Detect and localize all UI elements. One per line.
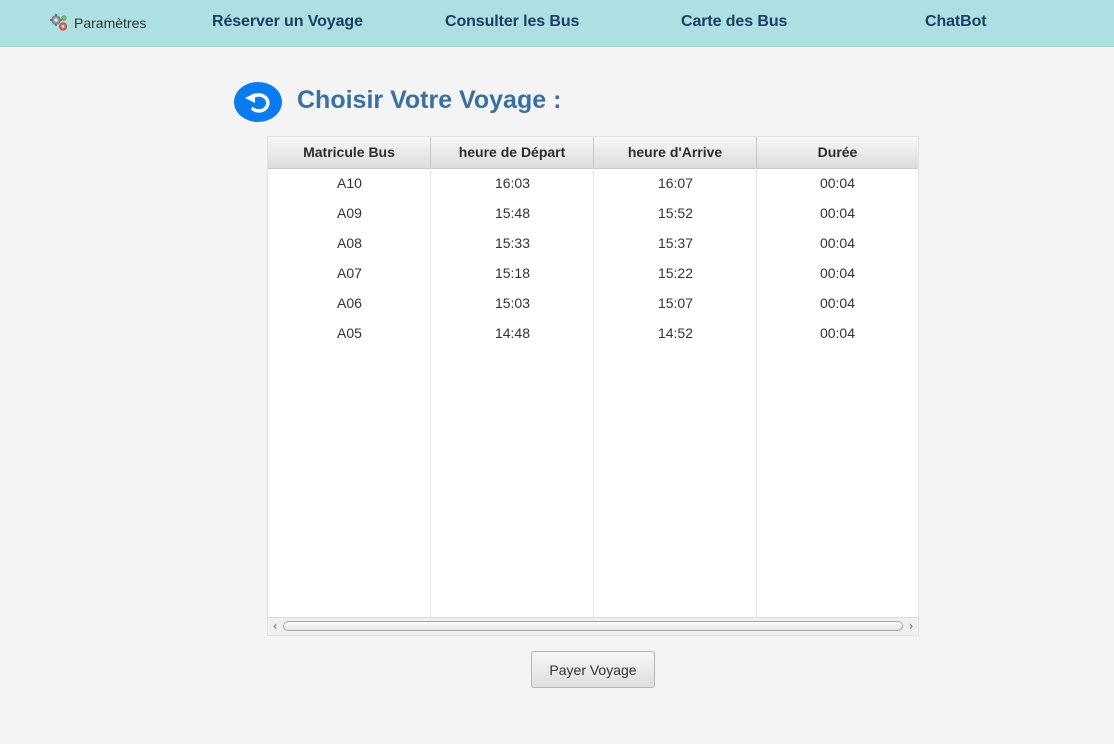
settings-menu[interactable]: Paramètres xyxy=(49,12,146,34)
table-row[interactable]: A05 14:48 14:52 00:04 xyxy=(268,318,918,348)
top-navigation-bar: Paramètres Réserver un Voyage Consulter … xyxy=(0,0,1114,47)
table-row[interactable]: A07 15:18 15:22 00:04 xyxy=(268,258,918,288)
cell-duree: 00:04 xyxy=(819,235,856,251)
cell-arrive: 14:52 xyxy=(657,325,694,341)
table-row[interactable]: A08 15:33 15:37 00:04 xyxy=(268,228,918,258)
table-row[interactable]: A09 15:48 15:52 00:04 xyxy=(268,198,918,228)
cell-matricule: A10 xyxy=(337,175,362,191)
cell-arrive: 16:07 xyxy=(657,175,694,191)
column-header-matricule[interactable]: Matricule Bus xyxy=(268,137,431,168)
table-body: A10 16:03 16:07 00:04 A09 15:48 15:52 00… xyxy=(268,168,918,348)
cell-arrive: 15:07 xyxy=(657,295,694,311)
voyage-table[interactable]: Matricule Bus heure de Départ heure d'Ar… xyxy=(267,136,919,636)
nav-chatbot[interactable]: ChatBot xyxy=(925,13,987,31)
cell-arrive: 15:37 xyxy=(657,235,694,251)
cell-duree: 00:04 xyxy=(819,265,856,281)
cell-matricule: A09 xyxy=(337,205,362,221)
cell-arrive: 15:52 xyxy=(657,205,694,221)
nav-carte-bus[interactable]: Carte des Bus xyxy=(681,13,787,31)
column-header-depart[interactable]: heure de Départ xyxy=(431,137,594,168)
settings-label: Paramètres xyxy=(74,15,147,31)
cell-depart: 15:33 xyxy=(494,235,531,251)
cell-duree: 00:04 xyxy=(819,325,856,341)
cell-matricule: A08 xyxy=(337,235,362,251)
chevron-left-icon[interactable]: ‹ xyxy=(268,619,282,635)
table-row[interactable]: A10 16:03 16:07 00:04 xyxy=(268,168,918,198)
cell-depart: 15:48 xyxy=(494,205,531,221)
cell-arrive: 15:22 xyxy=(657,265,694,281)
back-button[interactable] xyxy=(234,82,282,122)
nav-reserver-voyage[interactable]: Réserver un Voyage xyxy=(212,13,363,31)
cell-matricule: A05 xyxy=(337,325,362,341)
cell-matricule: A06 xyxy=(337,295,362,311)
page-title: Choisir Votre Voyage : xyxy=(297,86,562,114)
cell-depart: 14:48 xyxy=(494,325,531,341)
chevron-right-icon[interactable]: › xyxy=(904,619,918,635)
cell-duree: 00:04 xyxy=(819,295,856,311)
pay-voyage-button[interactable]: Payer Voyage xyxy=(531,651,655,688)
undo-arrow-icon xyxy=(245,93,270,113)
nav-consulter-bus[interactable]: Consulter les Bus xyxy=(445,13,579,31)
horizontal-scrollbar[interactable]: ‹ › xyxy=(268,617,918,635)
cell-duree: 00:04 xyxy=(819,205,856,221)
cell-depart: 15:18 xyxy=(494,265,531,281)
gears-icon xyxy=(50,14,68,31)
table-header: Matricule Bus heure de Départ heure d'Ar… xyxy=(268,137,918,169)
cell-depart: 15:03 xyxy=(494,295,531,311)
cell-matricule: A07 xyxy=(337,265,362,281)
table-row[interactable]: A06 15:03 15:07 00:04 xyxy=(268,288,918,318)
column-header-arrive[interactable]: heure d'Arrive xyxy=(594,137,757,168)
cell-duree: 00:04 xyxy=(819,175,856,191)
column-header-duree[interactable]: Durée xyxy=(757,137,918,168)
cell-depart: 16:03 xyxy=(494,175,531,191)
scrollbar-thumb[interactable] xyxy=(283,621,903,631)
